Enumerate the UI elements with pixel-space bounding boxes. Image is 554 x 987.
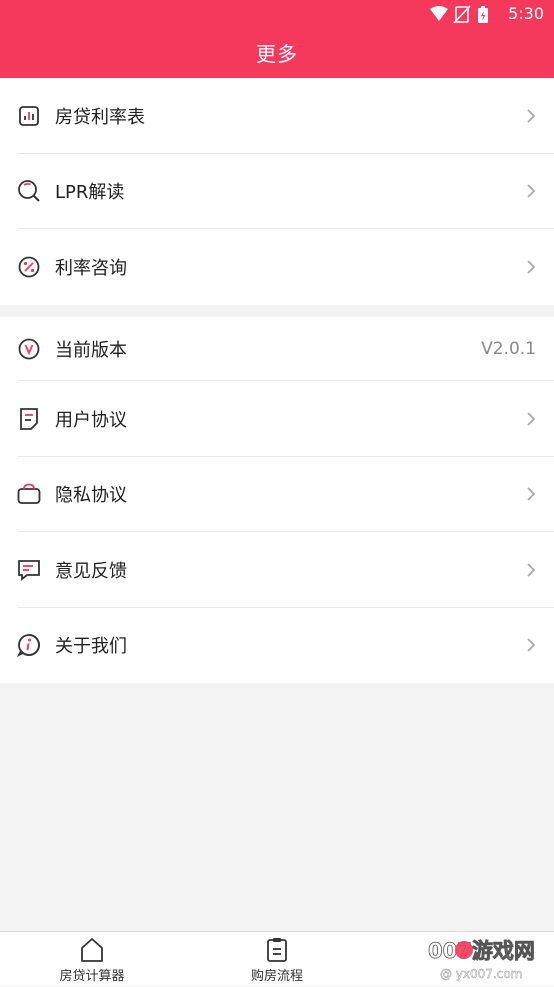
menu-item-label: 当前版本 <box>55 340 127 361</box>
wifi-icon <box>430 6 448 21</box>
search-icon <box>17 179 41 203</box>
page-title: 更多 <box>256 42 298 66</box>
percent-icon <box>17 255 41 279</box>
menu-item-version: 当前版本 V2.0.1 <box>0 317 554 381</box>
feedback-icon <box>17 558 41 582</box>
menu-item-rate-consult[interactable]: 利率咨询 <box>0 229 554 305</box>
bag-icon <box>17 482 41 506</box>
document-icon <box>17 407 41 431</box>
menu-item-label: 关于我们 <box>55 636 127 658</box>
header-bar: 5:30 更多 <box>0 0 554 78</box>
chevron-right-icon <box>527 260 536 274</box>
tab-loan-calculator[interactable]: 房贷计算器 <box>22 932 162 987</box>
menu-item-label: 利率咨询 <box>55 257 127 279</box>
menu-item-user-agreement[interactable]: 用户协议 <box>0 381 554 457</box>
menu-item-label: 房贷利率表 <box>55 106 145 128</box>
tab-label: 购房流程 <box>250 969 303 984</box>
menu-item-lpr[interactable]: LPR解读 <box>0 154 554 229</box>
menu-item-label: 用户协议 <box>55 409 127 431</box>
clipboard-icon <box>267 938 287 962</box>
menu-item-privacy[interactable]: 隐私协议 <box>0 457 554 532</box>
watermark-subtext: @ yx007.com <box>440 967 522 981</box>
status-time: 5:30 <box>508 4 544 23</box>
chevron-right-icon <box>527 109 536 123</box>
menu-item-label: 隐私协议 <box>55 485 127 507</box>
chevron-right-icon <box>527 184 536 198</box>
chevron-right-icon <box>527 563 536 577</box>
home-icon <box>81 938 103 962</box>
menu-item-label: 意见反馈 <box>55 560 127 582</box>
watermark-text: 007游戏网 <box>428 939 535 963</box>
menu-item-feedback[interactable]: 意见反馈 <box>0 532 554 608</box>
tab-purchase-process[interactable]: 购房流程 <box>207 932 347 987</box>
version-value: V2.0.1 <box>481 339 536 359</box>
status-icons <box>430 5 488 24</box>
menu-section-tools: 房贷利率表 LPR解读 利率咨询 <box>0 78 554 305</box>
chevron-right-icon <box>527 487 536 501</box>
menu-item-about-us[interactable]: 关于我们 <box>0 608 554 684</box>
chevron-right-icon <box>527 412 536 426</box>
chevron-right-icon <box>527 638 536 652</box>
bar-chart-icon <box>17 104 41 128</box>
version-icon <box>17 337 41 361</box>
tab-label: 房贷计算器 <box>59 969 125 984</box>
menu-item-label: LPR解读 <box>55 182 125 204</box>
watermark-logo: 007游戏网 @ yx007.com <box>428 939 535 982</box>
menu-item-rate-table[interactable]: 房贷利率表 <box>0 78 554 154</box>
menu-section-about: 当前版本 V2.0.1 用户协议 隐私协议 意见反馈 关于我们 <box>0 317 554 683</box>
info-icon <box>17 633 41 658</box>
status-bar: 5:30 <box>0 0 554 30</box>
